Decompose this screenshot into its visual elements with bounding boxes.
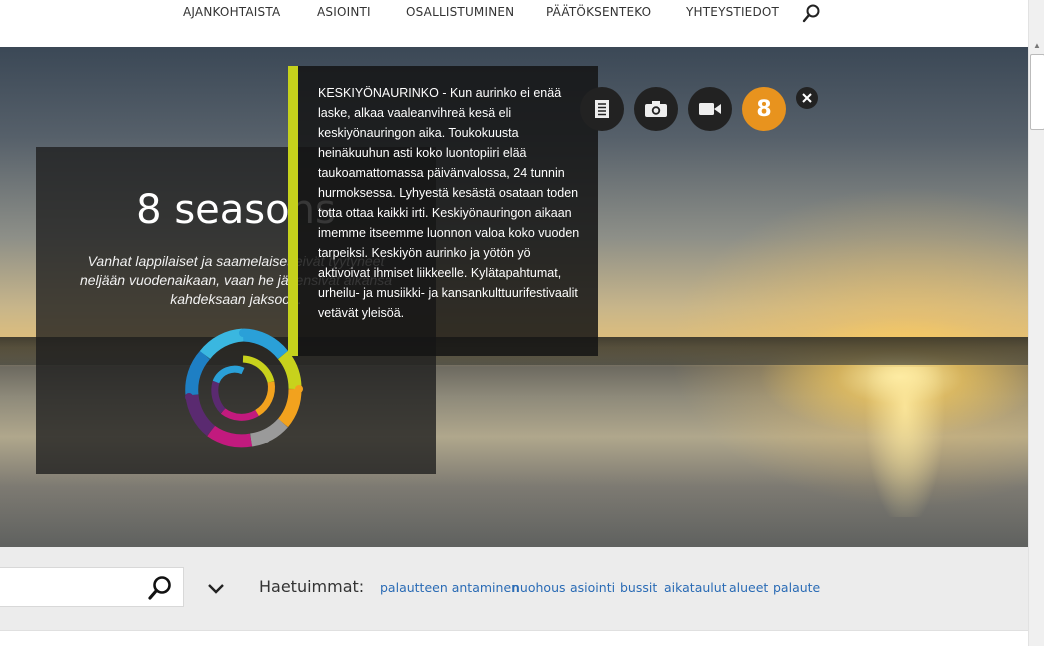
document-icon	[595, 100, 609, 118]
nav-item-paatoksenteko[interactable]: PÄÄTÖKSENTEKO	[546, 5, 651, 19]
vertical-scrollbar[interactable]: ▲	[1028, 0, 1044, 646]
popular-link-nuohous[interactable]: nuohous	[512, 580, 566, 595]
season-info-text: KESKIYÖNAURINKO - Kun aurinko ei enää la…	[318, 86, 580, 320]
video-button[interactable]	[688, 87, 732, 131]
search-bar: Haetuimmat: palautteen antaminen nuohous…	[0, 547, 1028, 630]
popular-link-asiointi[interactable]: asiointi	[570, 580, 615, 595]
popular-link-palaute[interactable]: palaute	[773, 580, 820, 595]
sun-reflection	[860, 367, 950, 517]
popular-link-bussit[interactable]: bussit	[620, 580, 657, 595]
top-navigation: AJANKOHTAISTA ASIOINTI OSALLISTUMINEN PÄ…	[0, 0, 1028, 46]
season-accent-stripe	[288, 66, 298, 356]
popular-link-alueet[interactable]: alueet	[729, 580, 768, 595]
search-icon[interactable]	[801, 2, 823, 24]
popular-link-aikataulut[interactable]: aikataulut	[664, 580, 727, 595]
close-icon	[802, 93, 812, 103]
scrollbar-thumb[interactable]	[1030, 54, 1044, 130]
text-button[interactable]	[580, 87, 624, 131]
close-button[interactable]	[796, 87, 818, 109]
hero-banner: 8 seasons Vanhat lappilaiset ja saamelai…	[0, 47, 1028, 547]
camera-icon	[645, 101, 667, 117]
content-area-edge	[0, 630, 1028, 647]
scroll-up-icon[interactable]: ▲	[1029, 41, 1044, 53]
photo-button[interactable]	[634, 87, 678, 131]
season-info-panel: KESKIYÖNAURINKO - Kun aurinko ei enää la…	[288, 66, 598, 356]
video-camera-icon	[699, 103, 721, 115]
search-button-icon[interactable]	[146, 574, 174, 602]
nav-item-asiointi[interactable]: ASIOINTI	[317, 5, 371, 19]
season-number-button[interactable]: 8	[742, 87, 786, 131]
nav-item-yhteystiedot[interactable]: YHTEYSTIEDOT	[686, 5, 779, 19]
popular-searches-label: Haetuimmat:	[259, 577, 365, 596]
chevron-down-icon[interactable]	[204, 578, 228, 598]
nav-item-osallistuminen[interactable]: OSALLISTUMINEN	[406, 5, 514, 19]
popular-link-palautteen-antaminen[interactable]: palautteen antaminen	[380, 580, 519, 595]
nav-item-ajankohtaista[interactable]: AJANKOHTAISTA	[183, 5, 280, 19]
